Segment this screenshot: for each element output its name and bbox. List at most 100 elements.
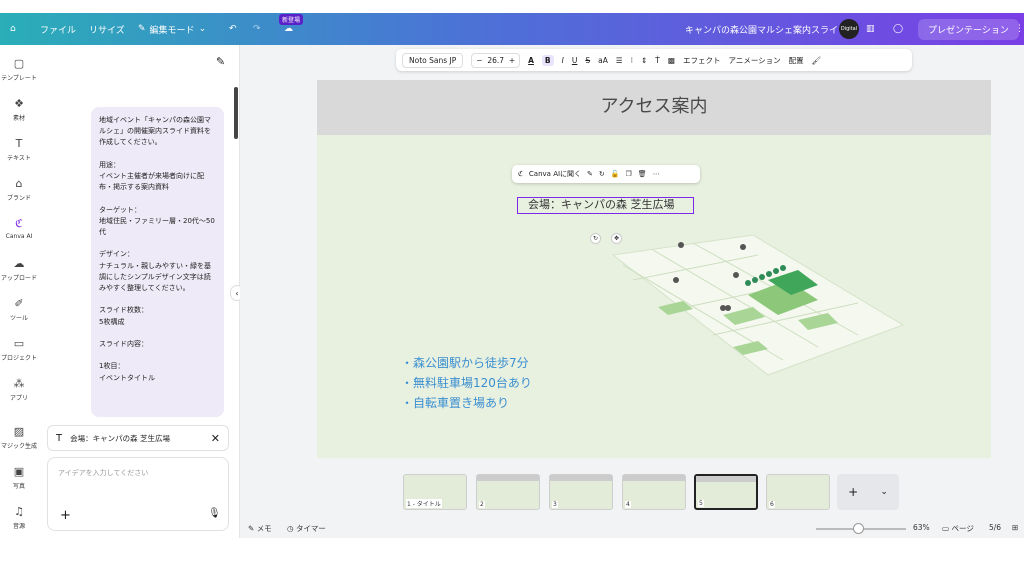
font-selector[interactable]: Noto Sans JP — [402, 52, 464, 68]
rotate-handle-icon[interactable]: ↻ — [590, 233, 601, 244]
plus-icon: + — [848, 485, 859, 499]
present-button[interactable]: プレゼンテーション — [918, 13, 1019, 45]
resize-button[interactable]: リサイズ — [89, 13, 125, 45]
position-button[interactable]: 配置 — [789, 55, 804, 66]
paint-roller-icon[interactable]: 🖌 — [812, 56, 822, 65]
pages-icon: ▭ — [942, 524, 950, 533]
page-thumbnail-4[interactable]: 4 — [622, 474, 686, 510]
insights-icon[interactable]: ▥ — [866, 13, 875, 45]
slide-title[interactable]: アクセス案内 — [317, 92, 991, 118]
magic-edit-icon[interactable]: ✎ — [587, 170, 593, 178]
italic-icon[interactable]: I — [562, 56, 564, 65]
slide-canvas[interactable]: アクセス案内 ↻ ✥ ℭ Canva AIに聞く ✎ ↻ � — [317, 80, 991, 458]
page-thumbnail-2[interactable]: 2 — [476, 474, 540, 510]
avatar[interactable]: Digital — [839, 13, 859, 45]
rail-item-project[interactable]: ▭ プロジェクト — [0, 337, 38, 362]
timer-icon: ◷ — [287, 524, 294, 533]
underline-icon[interactable]: U — [572, 56, 578, 65]
access-bullet-list[interactable]: ・森公園駅から徒歩7分 ・無料駐車場120台あり ・自転車置き場あり — [401, 353, 532, 413]
delete-icon[interactable]: 🗑 — [638, 170, 647, 178]
font-size-control[interactable]: − 26.7 + — [471, 52, 521, 68]
rotate-icon[interactable]: ↻ — [599, 170, 605, 178]
page-thumbnail-3[interactable]: 3 — [549, 474, 613, 510]
canva-ai-panel: ✎ 地域イベント「キャンパの森公園マルシェ」の開催案内スライド資料を作成してくだ… — [38, 45, 240, 538]
move-handle-icon[interactable]: ✥ — [611, 233, 622, 244]
rail-item-template[interactable]: ▢ テンプレート — [0, 57, 38, 82]
context-chip[interactable]: T 会場：キャンパの森 芝生広場 ✕ — [47, 425, 229, 451]
text-color-icon[interactable]: A — [528, 56, 534, 65]
transparency-icon[interactable]: ▩ — [668, 56, 675, 65]
notes-label: メモ — [256, 524, 272, 533]
text-toolbar: Noto Sans JP − 26.7 + A B I U S aA ☰ ⁝ ⇕… — [396, 49, 912, 71]
file-menu[interactable]: ファイル — [40, 13, 76, 45]
font-size-increase[interactable]: + — [509, 56, 515, 65]
effects-button[interactable]: エフェクト — [683, 55, 721, 66]
rail-item-elements[interactable]: ❖ 素材 — [0, 97, 38, 122]
rail-item-photo[interactable]: ▣ 写真 — [0, 465, 38, 490]
rail-item-canva-ai[interactable]: ℭ Canva AI — [0, 217, 38, 240]
font-size-value[interactable]: 26.7 — [487, 56, 504, 65]
rail-label: 素材 — [12, 115, 25, 122]
comment-icon[interactable]: ◯ — [893, 13, 903, 45]
microphone-icon[interactable]: 🎙 — [208, 508, 221, 519]
case-button[interactable]: aA — [598, 56, 608, 65]
thumbnail-header — [696, 476, 756, 482]
rail-item-upload[interactable]: ☁ アップロード — [0, 257, 38, 282]
rail-label: アプリ — [9, 395, 28, 402]
rail-item-brand[interactable]: ⌂ ブランド — [0, 177, 38, 202]
rail-label: Canva AI — [5, 233, 33, 240]
bold-icon[interactable]: B — [541, 54, 554, 66]
strikethrough-icon[interactable]: S — [585, 56, 590, 65]
home-icon[interactable]: ⌂ — [10, 13, 16, 45]
more-icon[interactable]: ⋯ — [653, 170, 660, 178]
lock-icon[interactable]: 🔓 — [611, 170, 620, 178]
rail-item-tools[interactable]: ✐ ツール — [0, 297, 38, 322]
duplicate-icon[interactable]: ❐ — [626, 170, 632, 178]
vertical-text-icon[interactable]: Ṫ — [655, 56, 660, 65]
font-size-decrease[interactable]: − — [476, 56, 482, 65]
page-thumbnail-5[interactable]: 5 — [694, 474, 758, 510]
timer-button[interactable]: ◷ タイマー — [287, 523, 326, 534]
chevron-down-icon[interactable]: ⌄ — [880, 487, 888, 497]
rail-item-audio[interactable]: ♫ 音源 — [0, 505, 38, 530]
page-thumbnail-6[interactable]: 6 — [766, 474, 830, 510]
new-chat-icon[interactable]: ✎ — [216, 55, 225, 68]
spacing-icon[interactable]: ⇕ — [641, 56, 647, 65]
panel-scrollbar[interactable] — [234, 87, 238, 139]
zoom-level[interactable]: 63% — [913, 523, 930, 532]
cloud-sync-icon[interactable]: ☁ — [284, 13, 293, 45]
add-icon[interactable]: + — [60, 508, 71, 523]
edit-mode-dropdown[interactable]: ✎ 編集モード ⌄ — [138, 13, 206, 45]
undo-icon[interactable]: ↶ — [229, 13, 237, 45]
grid-view-icon[interactable]: ⊞ — [1012, 523, 1018, 532]
page-count[interactable]: 5/6 — [989, 523, 1001, 532]
pages-button[interactable]: ▭ ページ — [942, 523, 974, 534]
add-page-button[interactable]: + ⌄ — [837, 474, 899, 510]
notes-button[interactable]: ✎ メモ — [248, 523, 272, 534]
prompt-input[interactable]: アイデアを入力してください + 🎙 — [47, 457, 229, 531]
animation-button[interactable]: アニメーション — [728, 55, 780, 66]
rail-label: ブランド — [6, 195, 31, 202]
tools-icon: ✐ — [14, 297, 24, 310]
rail-item-magic[interactable]: ▨ マジック生成 — [0, 425, 38, 450]
venue-textbox[interactable]: 会場：キャンパの森 芝生広場 — [517, 197, 694, 214]
redo-icon[interactable]: ↷ — [253, 13, 261, 45]
rail-item-text[interactable]: T テキスト — [0, 137, 38, 162]
more-icon[interactable]: ⋮ — [1015, 13, 1024, 45]
align-icon[interactable]: ☰ — [616, 56, 623, 65]
thumbnail-number: 4 — [625, 501, 631, 508]
rail-label: ツール — [9, 315, 28, 322]
page-thumbnail-1[interactable]: 1 - タイトル — [403, 474, 467, 510]
thumbnail-header — [477, 475, 539, 481]
bullet-item: ・無料駐車場120台あり — [401, 376, 532, 390]
apps-icon: ⁂ — [13, 377, 25, 390]
list-icon[interactable]: ⁝ — [631, 56, 633, 65]
park-map-illustration[interactable] — [603, 235, 903, 395]
close-icon[interactable]: ✕ — [211, 432, 220, 445]
rail-item-apps[interactable]: ⁂ アプリ — [0, 377, 38, 402]
zoom-slider-handle[interactable] — [853, 523, 864, 534]
ask-canva-ai-button[interactable]: Canva AIに聞く — [529, 169, 581, 179]
doc-title[interactable]: キャンパの森公園マルシェ案内スライド — [685, 13, 847, 45]
thumbnail-number: 6 — [769, 501, 775, 508]
timer-label: タイマー — [295, 524, 326, 533]
